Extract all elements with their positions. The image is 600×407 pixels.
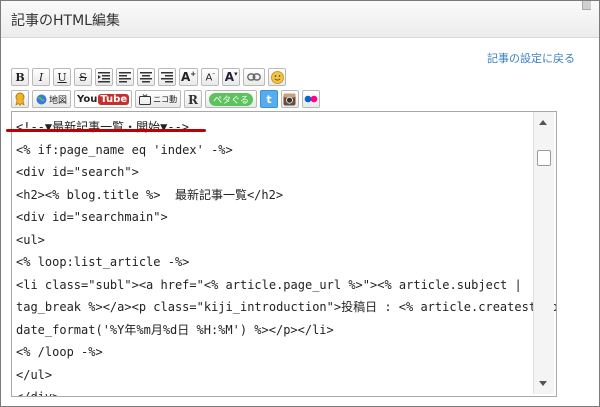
strikethrough-icon: S: [79, 70, 87, 84]
niconico-button[interactable]: ニコ動: [135, 90, 182, 108]
code-line: <li class="subl"><a href="<% article.pag…: [16, 277, 522, 292]
code-line: </div>: [16, 390, 60, 397]
window-corner-scroll[interactable]: [582, 1, 591, 10]
font-color-icon: A▾: [224, 70, 238, 84]
align-left-icon: [119, 72, 131, 83]
article-settings-link[interactable]: 記事の設定に戻る: [487, 50, 575, 66]
map-button[interactable]: 地図: [32, 90, 72, 108]
svg-text:R: R: [188, 93, 199, 106]
underline-icon: U: [57, 70, 67, 84]
ribbon-icon: [15, 92, 25, 106]
code-content: <!--▼最新記事一覧・開始▼--> <% if:page_name eq 'in…: [16, 116, 557, 397]
youtube-tube-text: Tube: [98, 93, 130, 105]
scroll-thumb[interactable]: [537, 150, 551, 166]
font-color-button[interactable]: A▾: [222, 68, 241, 86]
emoji-button[interactable]: [268, 68, 287, 86]
scroll-up-icon[interactable]: [539, 120, 547, 125]
flickr-icon: [304, 95, 318, 103]
html-edit-window: 記事のHTML編集 記事の設定に戻る B I U S A+ A- A▾ 地図 Y…: [0, 0, 600, 407]
font-size-down-button[interactable]: A-: [201, 68, 220, 86]
strikethrough-button[interactable]: S: [74, 68, 92, 86]
link-button[interactable]: [243, 68, 266, 86]
editor-scrollbar[interactable]: [533, 112, 554, 394]
code-line: <!--▼最新記事一覧・開始▼-->: [16, 120, 190, 134]
align-right-icon: [161, 72, 173, 83]
scroll-down-icon[interactable]: [539, 381, 547, 386]
italic-button[interactable]: I: [32, 68, 50, 86]
code-line: date_format('%Y年%m月%d日 %H:%M') %></p></l…: [16, 322, 334, 337]
title-bar: 記事のHTML編集: [1, 1, 599, 38]
italic-icon: I: [38, 70, 44, 84]
editor-toolbar-row-2: 地図 You Tube ニコ動 R ペタぐる t: [11, 90, 320, 110]
code-line: <div id="searchmain">: [16, 210, 168, 224]
bold-button[interactable]: B: [11, 68, 29, 86]
align-right-button[interactable]: [158, 68, 176, 86]
html-code-editor[interactable]: <!--▼最新記事一覧・開始▼--> <% if:page_name eq 'in…: [11, 111, 557, 397]
code-line: <h2><% blog.title %> 最新記事一覧</h2>: [16, 187, 284, 202]
code-line: <% if:page_name eq 'index' -%>: [16, 142, 233, 157]
indent-button[interactable]: [95, 68, 113, 86]
indent-icon: [98, 72, 110, 83]
niconico-label: ニコ動: [153, 94, 178, 104]
r-button[interactable]: R: [184, 90, 203, 108]
tv-icon: [139, 93, 152, 105]
code-line: <% /loop -%>: [16, 345, 103, 359]
editor-toolbar-row-1: B I U S A+ A- A▾: [11, 68, 287, 88]
twitter-button[interactable]: t: [259, 90, 278, 108]
font-size-up-icon: A+: [181, 70, 197, 84]
code-line: </ul>: [16, 367, 53, 382]
code-line: <ul>: [16, 232, 45, 247]
badge-button[interactable]: [11, 90, 29, 108]
underline-button[interactable]: U: [53, 68, 71, 86]
smiley-icon: [270, 70, 284, 84]
instagram-button[interactable]: [280, 90, 299, 108]
twitter-icon: t: [266, 92, 272, 106]
bold-icon: B: [15, 70, 25, 84]
font-size-down-icon: A-: [205, 70, 215, 84]
petagur-label: ペタぐる: [209, 92, 253, 106]
youtube-you-text: You: [77, 93, 98, 105]
font-size-up-button[interactable]: A+: [179, 68, 199, 86]
code-line: <% loop:list_article -%>: [16, 255, 190, 269]
r-icon: R: [188, 93, 199, 106]
map-label: 地図: [49, 95, 68, 106]
youtube-button[interactable]: You Tube: [74, 90, 133, 108]
link-icon: [247, 73, 262, 81]
flickr-button[interactable]: [301, 90, 320, 108]
instagram-icon: [283, 93, 296, 105]
code-line: tag_break %></a><p class="kiji_introduct…: [16, 300, 557, 314]
align-center-icon: [140, 72, 152, 83]
globe-icon: [36, 94, 47, 104]
red-underline-annotation: [6, 129, 206, 132]
align-left-button[interactable]: [116, 68, 134, 86]
align-center-button[interactable]: [137, 68, 155, 86]
code-line: <div id="search">: [16, 165, 139, 179]
petagur-button[interactable]: ペタぐる: [205, 90, 257, 108]
window-title: 記事のHTML編集: [11, 13, 120, 29]
